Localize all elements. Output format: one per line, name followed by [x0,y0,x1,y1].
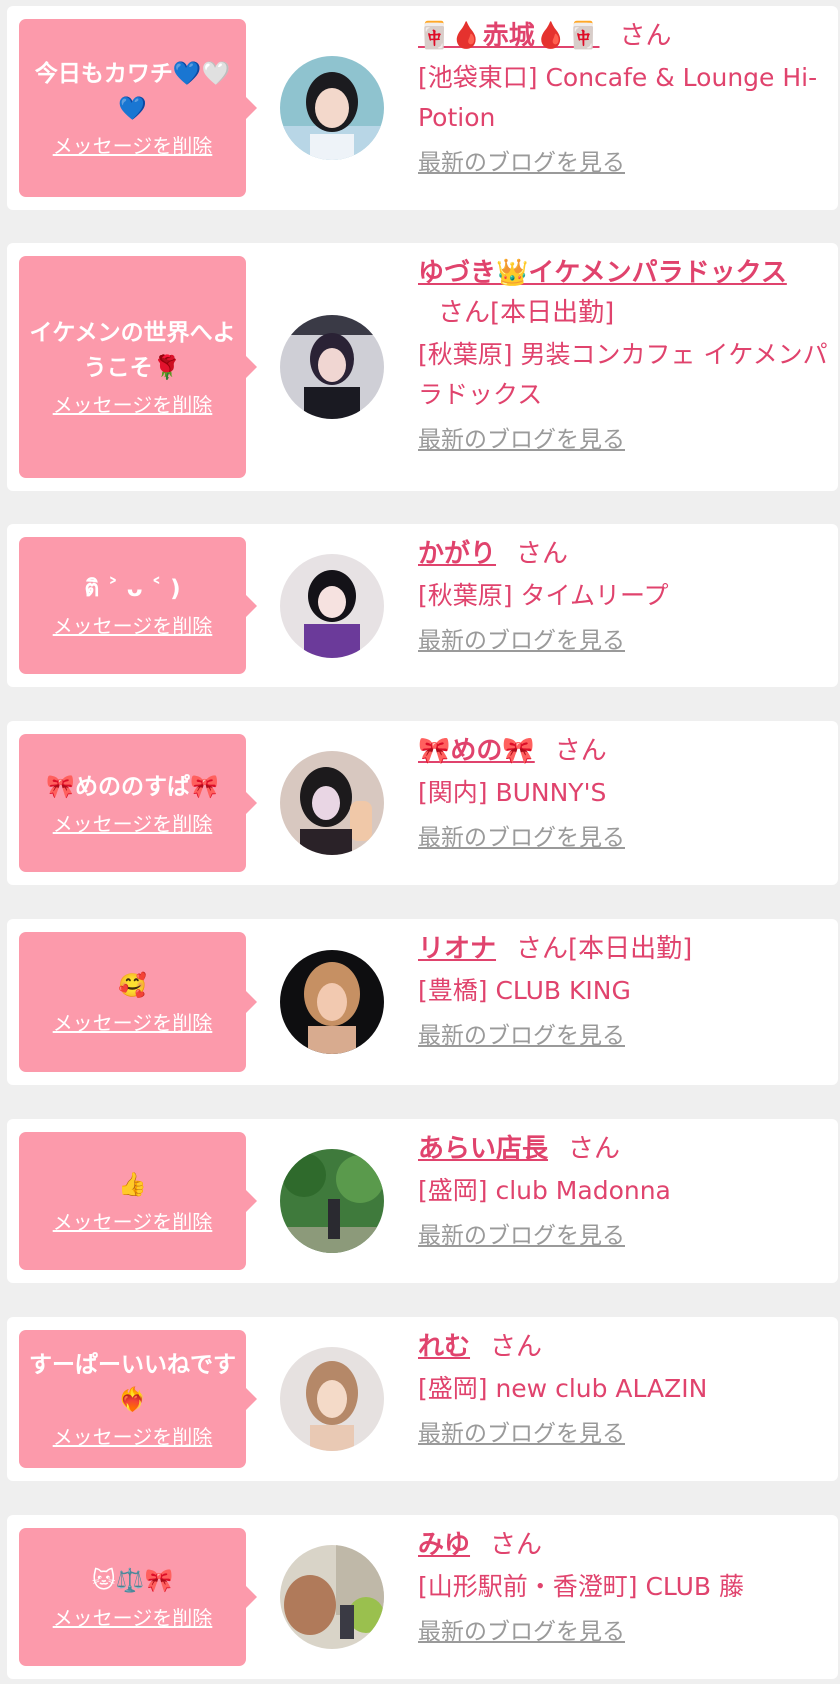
avatar[interactable] [280,1347,384,1451]
cast-name-link[interactable]: リオナ [418,934,496,964]
latest-blog-link[interactable]: 最新のブログを見る [418,146,625,180]
message-text: すーぱーいいねです❤️‍🔥 [29,1352,236,1413]
message-bubble: ติ ˃ ᴗ ˂ ) メッセージを削除 [19,537,257,674]
message-card: 今日もカワチ💙🤍💙 メッセージを削除 🀄🩸赤城🩸🀄 さん [池袋東口] Conca… [7,6,838,210]
san-label: さん [490,1530,543,1560]
avatar[interactable] [280,950,384,1054]
avatar[interactable] [280,315,384,419]
shop-name: [豊橋] CLUB KING [418,976,631,1005]
message-card: 🐱⚖️🎀 メッセージを削除 みゆ さん [山形駅前・香澄町] CLUB 藤 最新の… [7,1515,838,1679]
message-card: ติ ˃ ᴗ ˂ ) メッセージを削除 かがり さん [秋葉原] タイムリープ 最… [7,524,838,687]
message-bubble: イケメンの世界へようこそ🌹 メッセージを削除 [19,256,257,478]
delete-message-link[interactable]: メッセージを削除 [53,1010,213,1036]
san-label: さん [619,21,672,51]
avatar-photo [280,751,384,855]
cast-info: ゆづき👑イケメンパラドックスさん[本日出勤] [秋葉原] 男装コンカフェ イケメ… [418,253,830,457]
shop-name: [池袋東口] Concafe & Lounge Hi-Potion [418,63,818,132]
message-list: 今日もカワチ💙🤍💙 メッセージを削除 🀄🩸赤城🩸🀄 さん [池袋東口] Conca… [0,0,840,1684]
avatar-photo [280,1347,384,1451]
latest-blog-link[interactable]: 最新のブログを見る [418,423,625,457]
message-card: イケメンの世界へようこそ🌹 メッセージを削除 ゆづき👑イケメンパラドックスさん[… [7,243,838,491]
message-bubble: すーぱーいいねです❤️‍🔥 メッセージを削除 [19,1330,257,1468]
latest-blog-link[interactable]: 最新のブログを見る [418,1219,625,1253]
avatar[interactable] [280,1149,384,1253]
cast-name-link[interactable]: あらい店長 [418,1134,548,1164]
delete-message-link[interactable]: メッセージを削除 [53,811,213,837]
message-card: 🎀めののすぱ🎀 メッセージを削除 🎀めの🎀 さん [関内] BUNNY'S 最新の… [7,721,838,885]
message-text: ติ ˃ ᴗ ˂ ) [84,576,181,602]
cast-info: れむ さん [盛岡] new club ALAZIN 最新のブログを見る [418,1327,830,1451]
san-label: さん [554,736,607,766]
san-label: さん [516,539,569,569]
cast-name-link[interactable]: みゆ [418,1530,470,1560]
avatar-photo [280,554,384,658]
avatar-photo [280,1545,384,1649]
message-text: 🥰 [118,972,147,999]
avatar[interactable] [280,56,384,160]
latest-blog-link[interactable]: 最新のブログを見る [418,624,625,658]
avatar-photo [280,1149,384,1253]
delete-message-link[interactable]: メッセージを削除 [53,1605,213,1631]
cast-info: あらい店長 さん [盛岡] club Madonna 最新のブログを見る [418,1129,830,1253]
cast-name-link[interactable]: 🎀めの🎀 [418,736,535,766]
delete-message-link[interactable]: メッセージを削除 [53,1424,213,1450]
message-bubble: 🎀めののすぱ🎀 メッセージを削除 [19,734,257,872]
status-badge: [本日出勤] [490,298,615,328]
message-card: すーぱーいいねです❤️‍🔥 メッセージを削除 れむ さん [盛岡] new clu… [7,1317,838,1481]
message-bubble: 🐱⚖️🎀 メッセージを削除 [19,1528,257,1666]
avatar[interactable] [280,1545,384,1649]
message-text: イケメンの世界へようこそ🌹 [29,320,236,381]
avatar[interactable] [280,751,384,855]
message-card: 🥰 メッセージを削除 リオナ さん[本日出勤] [豊橋] CLUB KING 最新… [7,919,838,1085]
cast-info: リオナ さん[本日出勤] [豊橋] CLUB KING 最新のブログを見る [418,929,830,1053]
cast-name-link[interactable]: ゆづき👑イケメンパラドックス [418,258,787,288]
san-label: さん [568,1134,621,1164]
message-text: 今日もカワチ💙🤍💙 [34,61,231,122]
status-badge: [本日出勤] [568,934,693,964]
latest-blog-link[interactable]: 最新のブログを見る [418,821,625,855]
latest-blog-link[interactable]: 最新のブログを見る [418,1019,625,1053]
avatar-photo [280,950,384,1054]
delete-message-link[interactable]: メッセージを削除 [53,1209,213,1235]
cast-info: かがり さん [秋葉原] タイムリープ 最新のブログを見る [418,534,830,658]
shop-name: [秋葉原] タイムリープ [418,581,669,610]
message-text: 🎀めののすぱ🎀 [46,773,219,800]
san-label: さん [438,298,491,328]
message-bubble: 🥰 メッセージを削除 [19,932,257,1072]
cast-name-link[interactable]: かがり [418,539,496,569]
message-card: 👍 メッセージを削除 あらい店長 さん [盛岡] club Madonna 最新の… [7,1119,838,1283]
shop-name: [秋葉原] 男装コンカフェ イケメンパラドックス [418,340,828,409]
delete-message-link[interactable]: メッセージを削除 [53,392,213,418]
latest-blog-link[interactable]: 最新のブログを見る [418,1417,625,1451]
shop-name: [山形駅前・香澄町] CLUB 藤 [418,1572,744,1601]
delete-message-link[interactable]: メッセージを削除 [53,133,213,159]
cast-name-link[interactable]: れむ [418,1332,470,1362]
avatar-photo [280,315,384,419]
cast-info: 🀄🩸赤城🩸🀄 さん [池袋東口] Concafe & Lounge Hi-Poti… [418,16,830,180]
cast-info: 🎀めの🎀 さん [関内] BUNNY'S 最新のブログを見る [418,731,830,855]
avatar-photo [280,56,384,160]
shop-name: [関内] BUNNY'S [418,778,607,807]
delete-message-link[interactable]: メッセージを削除 [53,613,213,639]
cast-info: みゆ さん [山形駅前・香澄町] CLUB 藤 最新のブログを見る [418,1525,830,1649]
shop-name: [盛岡] club Madonna [418,1176,671,1205]
message-bubble: 👍 メッセージを削除 [19,1132,257,1270]
latest-blog-link[interactable]: 最新のブログを見る [418,1615,625,1649]
message-bubble: 今日もカワチ💙🤍💙 メッセージを削除 [19,19,257,197]
message-text: 👍 [118,1171,147,1198]
cast-name-link[interactable]: 🀄🩸赤城🩸🀄 [418,21,600,51]
san-label: さん [490,1332,543,1362]
san-label: さん [516,934,569,964]
avatar[interactable] [280,554,384,658]
shop-name: [盛岡] new club ALAZIN [418,1374,708,1403]
message-text: 🐱⚖️🎀 [91,1567,174,1594]
